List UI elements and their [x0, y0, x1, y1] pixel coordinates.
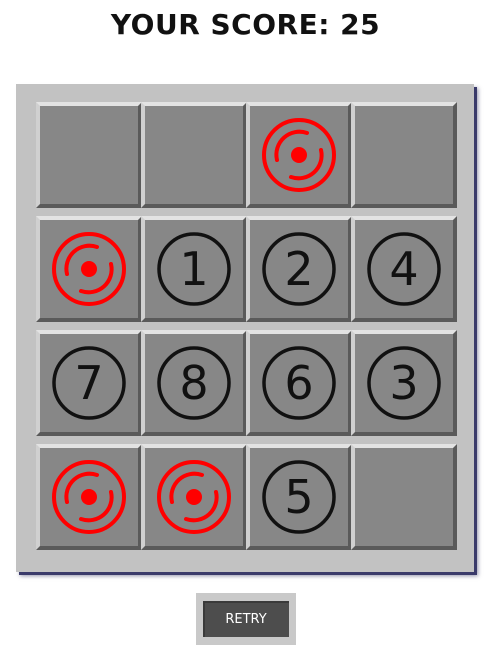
target-cell[interactable] — [36, 216, 142, 322]
number-cell[interactable]: 2 — [246, 216, 352, 322]
target-icon — [52, 460, 126, 534]
target-cell[interactable] — [36, 444, 142, 550]
cell-number: 3 — [389, 356, 418, 410]
number-circle: 2 — [262, 232, 336, 306]
retry-button-frame: RETRY — [196, 593, 296, 645]
retry-button[interactable]: RETRY — [203, 601, 289, 637]
cell-number: 1 — [179, 242, 208, 296]
score-label: YOUR SCORE: — [110, 8, 330, 41]
number-circle: 4 — [367, 232, 441, 306]
cell-number: 2 — [284, 242, 313, 296]
target-icon — [262, 118, 336, 192]
cell-number: 8 — [179, 356, 208, 410]
number-cell[interactable]: 1 — [141, 216, 247, 322]
score-value: 25 — [340, 8, 381, 41]
number-circle: 6 — [262, 346, 336, 420]
cell-number: 4 — [389, 242, 418, 296]
number-circle: 7 — [52, 346, 126, 420]
target-cell[interactable] — [246, 102, 352, 208]
target-icon — [52, 232, 126, 306]
score-display: YOUR SCORE: 25 — [0, 8, 491, 41]
cell-number: 5 — [284, 470, 313, 524]
empty-cell[interactable] — [351, 444, 457, 550]
target-icon — [157, 460, 231, 534]
cell-number: 6 — [284, 356, 313, 410]
number-cell[interactable]: 6 — [246, 330, 352, 436]
number-cell[interactable]: 3 — [351, 330, 457, 436]
number-circle: 8 — [157, 346, 231, 420]
empty-cell[interactable] — [141, 102, 247, 208]
number-cell[interactable]: 5 — [246, 444, 352, 550]
number-cell[interactable]: 7 — [36, 330, 142, 436]
number-circle: 5 — [262, 460, 336, 534]
number-circle: 3 — [367, 346, 441, 420]
target-cell[interactable] — [141, 444, 247, 550]
empty-cell[interactable] — [36, 102, 142, 208]
number-circle: 1 — [157, 232, 231, 306]
cell-number: 7 — [74, 356, 103, 410]
empty-cell[interactable] — [351, 102, 457, 208]
number-cell[interactable]: 4 — [351, 216, 457, 322]
number-cell[interactable]: 8 — [141, 330, 247, 436]
game-board: 1 2 4 7 8 6 3 5 — [16, 84, 474, 572]
